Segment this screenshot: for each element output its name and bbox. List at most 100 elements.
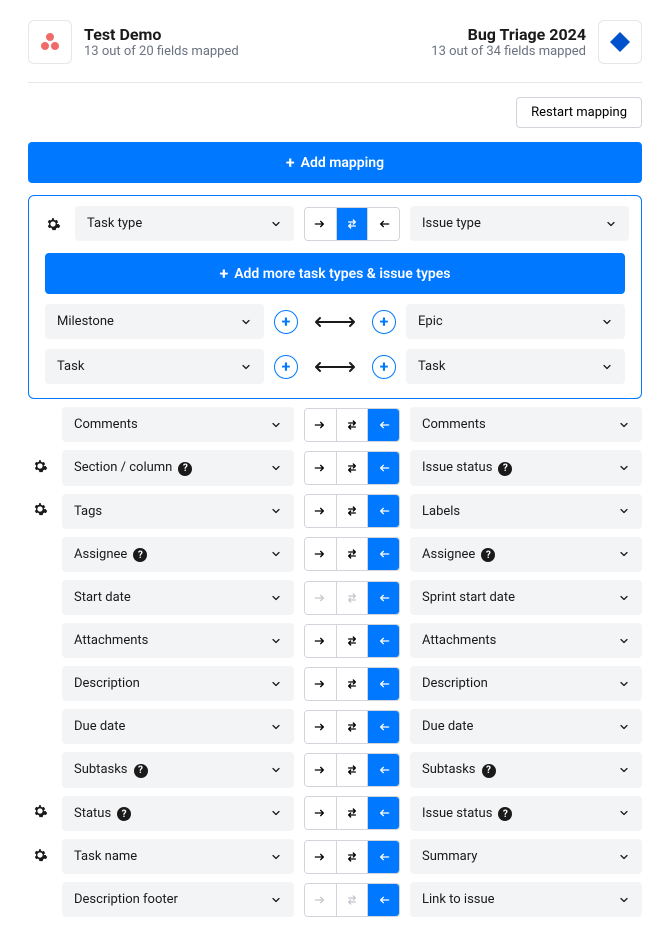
add-left-type-button[interactable]: + <box>274 355 298 379</box>
info-icon[interactable]: ? <box>498 807 512 821</box>
direction-right-button[interactable] <box>305 797 337 829</box>
restart-mapping-button[interactable]: Restart mapping <box>516 97 642 128</box>
left-field-select[interactable]: Section / column? <box>62 450 294 486</box>
right-field-select[interactable]: Labels <box>410 494 642 529</box>
gear-icon[interactable] <box>32 847 48 863</box>
direction-left-button[interactable] <box>368 452 399 484</box>
right-field-select[interactable]: Attachments <box>410 623 642 658</box>
direction-both-button[interactable] <box>337 841 369 873</box>
direction-both-button[interactable] <box>337 208 369 240</box>
plus-icon: + <box>219 264 228 283</box>
left-field-select[interactable]: Description <box>62 666 294 701</box>
right-type-select[interactable]: Task <box>406 349 625 384</box>
left-field-select[interactable]: Attachments <box>62 623 294 658</box>
info-icon[interactable]: ? <box>481 548 495 562</box>
right-field-select[interactable]: Summary <box>410 839 642 874</box>
chevron-down-icon <box>618 505 630 517</box>
right-mapping-count: 13 out of 34 fields mapped <box>431 44 586 59</box>
left-type-select[interactable]: Milestone <box>45 304 264 339</box>
info-icon[interactable]: ? <box>498 462 512 476</box>
left-field-select[interactable]: Tags <box>62 494 294 529</box>
direction-left-button[interactable] <box>368 754 399 786</box>
bidirectional-arrow-icon <box>310 312 360 332</box>
direction-both-button[interactable] <box>337 797 369 829</box>
direction-left-button[interactable] <box>368 797 399 829</box>
chevron-down-icon <box>270 721 282 733</box>
direction-toggle <box>304 710 400 744</box>
direction-left-button[interactable] <box>368 495 399 527</box>
left-mapping-count: 13 out of 20 fields mapped <box>84 44 239 59</box>
right-field-select[interactable]: Link to issue <box>410 882 642 917</box>
direction-right-button[interactable] <box>305 711 337 743</box>
direction-right-button[interactable] <box>305 625 337 657</box>
gear-icon[interactable] <box>32 501 48 517</box>
direction-toggle <box>304 624 400 658</box>
direction-both-button[interactable] <box>337 409 369 441</box>
direction-left-button[interactable] <box>368 841 399 873</box>
add-right-type-button[interactable]: + <box>372 310 396 334</box>
direction-both-button[interactable] <box>337 625 369 657</box>
info-icon[interactable]: ? <box>117 807 131 821</box>
info-icon[interactable]: ? <box>178 462 192 476</box>
left-field-select[interactable]: Description footer <box>62 882 294 917</box>
direction-right-button[interactable] <box>305 841 337 873</box>
direction-left-button[interactable] <box>368 884 399 916</box>
direction-both-button[interactable] <box>337 538 369 570</box>
direction-right-button[interactable] <box>305 538 337 570</box>
direction-right-button[interactable] <box>305 409 337 441</box>
direction-both-button[interactable] <box>337 711 369 743</box>
chevron-down-icon <box>601 361 613 373</box>
left-project-title: Test Demo <box>84 25 239 44</box>
direction-both-button[interactable] <box>337 495 369 527</box>
gear-icon[interactable] <box>45 216 61 232</box>
right-field-select[interactable]: Due date <box>410 709 642 744</box>
left-type-select[interactable]: Task <box>45 349 264 384</box>
direction-left-button[interactable] <box>368 582 399 614</box>
direction-left-button[interactable] <box>368 711 399 743</box>
info-icon[interactable]: ? <box>134 764 148 778</box>
left-field-select[interactable]: Start date <box>62 580 294 615</box>
right-field-select[interactable]: Issue status? <box>410 450 642 486</box>
mapping-row: Attachments Attachments <box>28 623 642 658</box>
mapping-row: Status? Issue status? <box>28 796 642 832</box>
left-field-select[interactable]: Comments <box>62 407 294 442</box>
direction-both-button[interactable] <box>337 452 369 484</box>
chevron-down-icon <box>270 592 282 604</box>
add-right-type-button[interactable]: + <box>372 355 396 379</box>
left-field-select[interactable]: Status? <box>62 796 294 832</box>
direction-both-button[interactable] <box>337 668 369 700</box>
gear-icon[interactable] <box>32 803 48 819</box>
add-more-types-button[interactable]: + Add more task types & issue types <box>45 253 625 294</box>
left-field-select[interactable]: Subtasks? <box>62 752 294 788</box>
right-field-select[interactable]: Sprint start date <box>410 580 642 615</box>
left-field-select[interactable]: Assignee? <box>62 537 294 573</box>
info-icon[interactable]: ? <box>482 764 496 778</box>
left-field-select[interactable]: Task name <box>62 839 294 874</box>
gear-icon[interactable] <box>32 458 48 474</box>
right-field-select[interactable]: Issue status? <box>410 796 642 832</box>
add-mapping-button[interactable]: + Add mapping <box>28 142 642 183</box>
direction-left-button[interactable] <box>368 625 399 657</box>
direction-right-button[interactable] <box>305 208 337 240</box>
add-left-type-button[interactable]: + <box>274 310 298 334</box>
direction-both-button[interactable] <box>337 754 369 786</box>
direction-right-button[interactable] <box>305 452 337 484</box>
left-field-select[interactable]: Task type <box>75 206 294 241</box>
right-field-select[interactable]: Assignee? <box>410 537 642 573</box>
direction-right-button[interactable] <box>305 668 337 700</box>
info-icon[interactable]: ? <box>133 548 147 562</box>
direction-toggle <box>304 840 400 874</box>
direction-right-button[interactable] <box>305 754 337 786</box>
right-field-select[interactable]: Description <box>410 666 642 701</box>
right-field-select[interactable]: Issue type <box>410 206 629 241</box>
chevron-down-icon <box>270 505 282 517</box>
direction-right-button[interactable] <box>305 495 337 527</box>
direction-left-button[interactable] <box>368 538 399 570</box>
direction-left-button[interactable] <box>368 409 399 441</box>
left-field-select[interactable]: Due date <box>62 709 294 744</box>
direction-left-button[interactable] <box>368 208 399 240</box>
right-type-select[interactable]: Epic <box>406 304 625 339</box>
right-field-select[interactable]: Comments <box>410 407 642 442</box>
right-field-select[interactable]: Subtasks? <box>410 752 642 788</box>
direction-left-button[interactable] <box>368 668 399 700</box>
